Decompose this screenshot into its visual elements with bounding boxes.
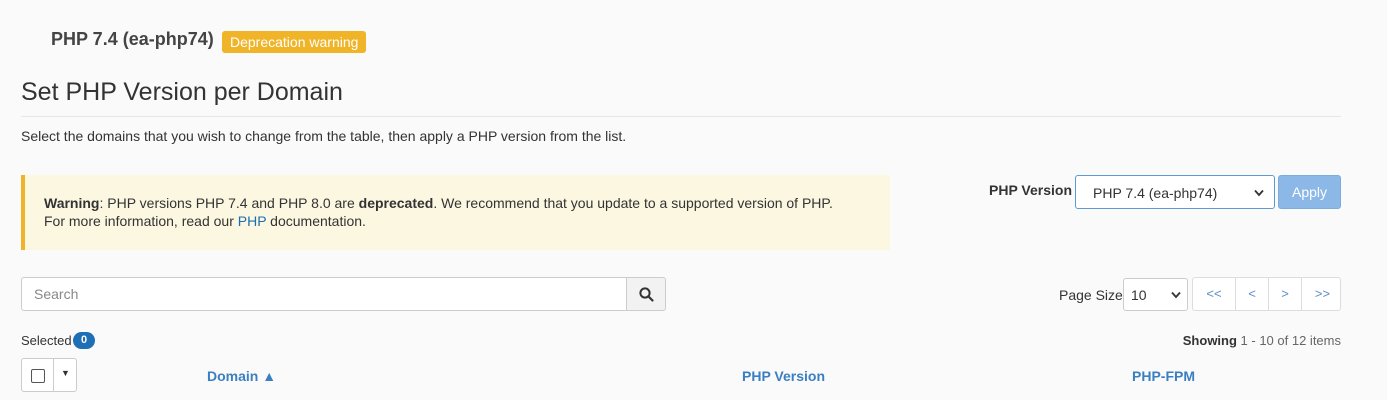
next-page-button[interactable]: > [1269,278,1302,310]
php-version-select[interactable]: PHP 7.4 (ea-php74) [1075,175,1275,209]
showing-label: Showing [1182,333,1237,348]
deprecation-callout: Warning: PHP versions PHP 7.4 and PHP 8.… [21,175,890,250]
selected-count-badge: 0 [73,332,95,349]
last-page-button[interactable]: >> [1302,278,1343,310]
php-version-label: PHP Version [989,182,1073,198]
prev-page-button[interactable]: < [1236,278,1269,310]
warning-text-3: For more information, read our [44,213,238,229]
deprecation-badge: Deprecation warning [222,31,367,53]
column-header-php-fpm[interactable]: PHP-FPM [1132,368,1195,384]
apply-button[interactable]: Apply [1278,175,1341,209]
callout-line-1: Warning: PHP versions PHP 7.4 and PHP 8.… [44,195,833,211]
first-page-button[interactable]: << [1193,278,1236,310]
caret-down-icon[interactable]: ▼ [61,368,70,378]
column-header-domain[interactable]: Domain ▲ [207,368,276,384]
search-button[interactable] [626,277,666,311]
showing-summary: Showing 1 - 10 of 12 items [1183,333,1341,348]
title-divider [21,116,1341,117]
warning-text-2: . We recommend that you update to a supp… [433,195,833,211]
pagination-controls: << < > >> [1192,277,1341,311]
search-input[interactable]: Search [21,277,627,311]
search-icon [639,287,654,302]
column-header-php-version[interactable]: PHP Version [742,368,825,384]
page-size-label: Page Size [1059,287,1123,303]
page-size-select[interactable]: 10 [1123,278,1188,311]
php-version-selected: PHP 7.4 (ea-php74) [1093,185,1218,201]
selected-label: Selected [21,333,72,348]
chevron-down-icon [1254,189,1264,197]
warning-text-4: documentation. [266,213,366,229]
page-title: Set PHP Version per Domain [21,78,343,106]
intro-text: Select the domains that you wish to chan… [21,128,627,144]
warning-label: Warning [44,195,100,211]
php-docs-link[interactable]: PHP [238,213,267,229]
warning-bold: deprecated [358,195,434,211]
showing-range: 1 - 10 of 12 items [1236,333,1341,348]
page-size-value: 10 [1131,287,1147,303]
select-all-checkbox[interactable] [31,369,45,383]
callout-line-2: For more information, read our PHP docum… [44,213,366,229]
warning-text-1: : PHP versions PHP 7.4 and PHP 8.0 are [99,195,359,211]
bulk-divider [53,359,54,391]
chevron-down-icon [1171,291,1181,299]
bulk-select-control[interactable]: ▼ [21,358,77,392]
search-placeholder: Search [34,286,79,302]
current-php-version: PHP 7.4 (ea-php74) [51,29,214,49]
